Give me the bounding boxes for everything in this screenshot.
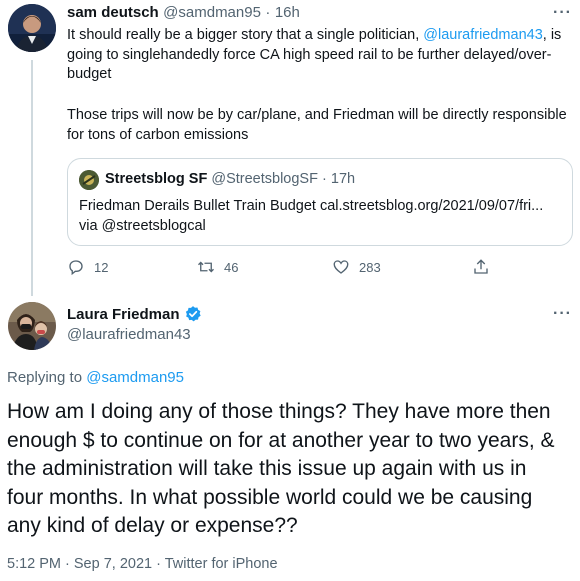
like-count: 283: [359, 259, 381, 275]
tweet1-time[interactable]: 16h: [275, 4, 300, 21]
share-action[interactable]: [472, 258, 490, 276]
like-action[interactable]: 283: [332, 258, 381, 276]
tweet2-more-button[interactable]: ···: [553, 305, 572, 323]
reply-count: 12: [94, 259, 109, 275]
tweet2-handle[interactable]: @laurafriedman43: [67, 326, 191, 343]
quoted-tweet-card[interactable]: Streetsblog SF @StreetsblogSF · 17h Frie…: [67, 158, 573, 246]
thread-connector-line: [31, 60, 33, 296]
verified-badge-icon: [185, 306, 201, 322]
tweet2-text: How am I doing any of those things? They…: [7, 400, 555, 538]
tweet1-mention-link[interactable]: @laurafriedman43: [423, 27, 543, 43]
quote-time: 17h: [330, 171, 356, 187]
tweet1-text-part1: It should really be a bigger story that …: [67, 27, 424, 43]
tweet1-display-name[interactable]: sam deutsch: [67, 4, 159, 21]
replying-to-link[interactable]: @samdman95: [86, 369, 184, 386]
quote-text-line2: via @streetsblogcal: [79, 218, 206, 234]
share-icon: [474, 259, 488, 274]
tweet1-text-paragraph2: Those trips will now be by car/plane, an…: [67, 107, 567, 143]
reply-icon: [69, 260, 83, 276]
replying-to-line: Replying to @samdman95: [7, 369, 184, 386]
heart-icon: [333, 260, 349, 274]
quote-display-name: Streetsblog SF: [105, 171, 208, 187]
quote-handle: @StreetsblogSF: [211, 171, 318, 187]
tweet1-header: sam deutsch @samdman95 · 16h: [67, 4, 300, 24]
person-photo-icon: [8, 4, 56, 52]
retweet-icon: [198, 261, 214, 273]
quote-separator: ·: [322, 171, 327, 187]
retweet-count: 46: [224, 259, 239, 275]
avatar-laura-friedman[interactable]: [8, 302, 56, 350]
tweet1-more-button[interactable]: ···: [553, 4, 572, 22]
retweet-action[interactable]: 46: [197, 258, 238, 276]
quote-header: Streetsblog SF @StreetsblogSF · 17h: [105, 171, 355, 187]
replying-to-label: Replying to: [7, 369, 87, 386]
reply-action[interactable]: 12: [67, 258, 108, 276]
tweet1-handle[interactable]: @samdman95: [163, 4, 261, 21]
avatar-sam-deutsch[interactable]: [8, 4, 56, 52]
person-photo-icon: [8, 302, 56, 350]
tweet1-separator: ·: [265, 4, 271, 21]
tweet1-action-bar: 12 46 283: [67, 258, 507, 282]
tweet1-text: It should really be a bigger story that …: [67, 26, 567, 85]
tweet2-timestamp[interactable]: 5:12 PM · Sep 7, 2021 · Twitter for iPho…: [7, 556, 278, 572]
streetsblog-logo-icon: [79, 170, 99, 190]
tweet2-name-row: Laura Friedman: [67, 305, 202, 323]
avatar-streetsblog: [79, 170, 99, 190]
tweet2-display-name[interactable]: Laura Friedman: [67, 306, 180, 323]
quote-text-line1: Friedman Derails Bullet Train Budget cal…: [79, 198, 544, 214]
